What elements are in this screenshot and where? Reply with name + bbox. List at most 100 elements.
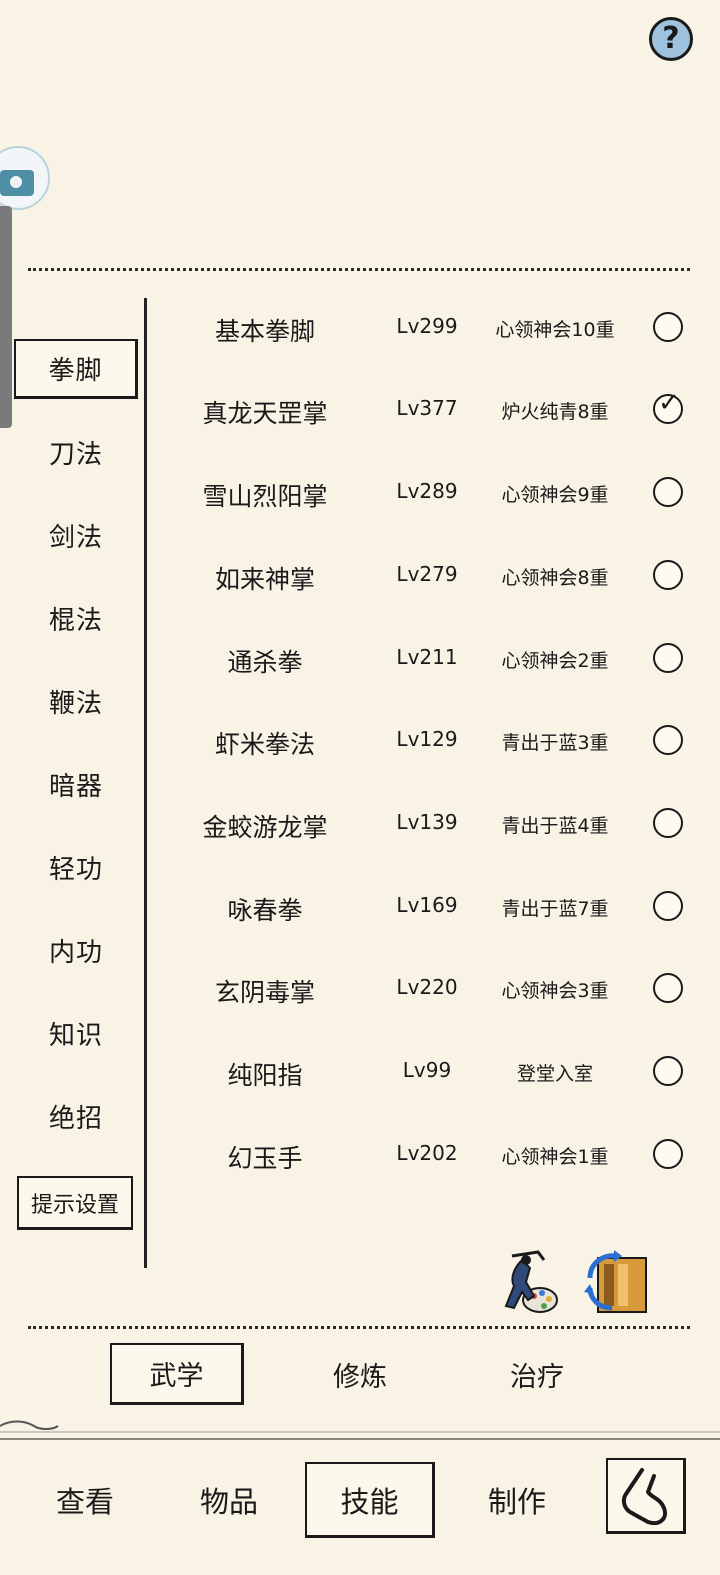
check-icon: ✓ (658, 388, 680, 418)
skill-name: 如来神掌 (214, 565, 315, 594)
category-divider (144, 298, 147, 1268)
skill-level: Lv211 (396, 645, 458, 669)
skill-row[interactable]: 如来神掌 Lv279 心领神会8重 (150, 546, 710, 606)
nav-tab-wupin[interactable]: 物品 (164, 1462, 294, 1538)
category-tab-qinggong[interactable]: 轻功 (14, 837, 138, 897)
skill-select-radio[interactable] (653, 477, 683, 507)
category-tab-bianfa[interactable]: 鞭法 (14, 671, 138, 731)
category-tab-quanjiao[interactable]: 拳脚 (14, 339, 138, 399)
category-tab-zhishi[interactable]: 知识 (14, 1003, 138, 1063)
help-button[interactable]: ? (649, 17, 693, 61)
subtab-zhiliao[interactable]: 治疗 (470, 1343, 604, 1405)
skill-level: Lv202 (396, 1141, 458, 1165)
nav-label: 技能 (340, 1484, 399, 1519)
category-tab-jianfa[interactable]: 剑法 (14, 505, 138, 565)
skill-name: 金蛟游龙掌 (202, 813, 328, 842)
skill-stage: 青出于蓝7重 (501, 898, 609, 920)
skill-stage: 心领神会3重 (501, 980, 609, 1002)
skill-level: Lv99 (402, 1058, 452, 1082)
skill-stage: 青出于蓝3重 (501, 732, 609, 754)
category-label: 棍法 (48, 605, 103, 636)
subtab-label: 修炼 (333, 1361, 387, 1393)
skill-select-radio[interactable] (653, 1056, 683, 1086)
skill-row[interactable]: 金蛟游龙掌 Lv139 青出于蓝4重 (150, 794, 710, 854)
bottom-divider (28, 1326, 690, 1329)
category-tab-juezhao[interactable]: 绝招 (14, 1086, 138, 1146)
nav-tab-jineng[interactable]: 技能 (305, 1462, 435, 1538)
skill-stage: 心领神会2重 (501, 650, 609, 672)
top-divider (28, 268, 690, 271)
skill-select-radio[interactable] (653, 643, 683, 673)
skill-row[interactable]: 玄阴毒掌 Lv220 心领神会3重 (150, 959, 710, 1019)
skill-row[interactable]: 咏春拳 Lv169 青出于蓝7重 (150, 877, 710, 937)
subtab-label: 武学 (149, 1361, 204, 1392)
category-label: 暗器 (48, 771, 103, 802)
floating-assist-icon[interactable] (0, 146, 50, 210)
skill-row[interactable]: 幻玉手 Lv202 心领神会1重 (150, 1125, 710, 1185)
subtab-xiulian[interactable]: 修炼 (293, 1343, 427, 1405)
wave-divider (0, 1420, 720, 1433)
edge-scroll-handle[interactable] (0, 206, 12, 428)
skill-name: 雪山烈阳掌 (202, 482, 328, 511)
skill-row[interactable]: 纯阳指 Lv99 登堂入室 (150, 1042, 710, 1102)
skill-stage: 心领神会1重 (501, 1146, 609, 1168)
skill-select-radio[interactable]: ✓ (653, 390, 683, 424)
subtab-label: 治疗 (510, 1361, 564, 1393)
nav-tab-chakan[interactable]: 查看 (20, 1462, 150, 1538)
subtab-wuxue[interactable]: 武学 (110, 1343, 244, 1405)
category-label: 绝招 (48, 1103, 103, 1134)
skill-stage: 心领神会8重 (501, 567, 609, 589)
back-button[interactable] (606, 1458, 686, 1534)
skill-select-radio[interactable] (653, 1139, 683, 1169)
skill-stage: 心领神会10重 (495, 319, 615, 341)
skill-name: 基本拳脚 (214, 317, 315, 346)
skill-row[interactable]: 基本拳脚 Lv299 心领神会10重 (150, 298, 710, 358)
skill-stage: 炉火纯青8重 (501, 401, 609, 423)
skill-level: Lv129 (396, 727, 458, 751)
skill-level: Lv299 (396, 314, 458, 338)
category-label: 拳脚 (48, 356, 103, 386)
skill-row[interactable]: 雪山烈阳掌 Lv289 心领神会9重 (150, 463, 710, 523)
skill-select-radio[interactable] (653, 725, 683, 755)
skill-row[interactable]: 虾米拳法 Lv129 青出于蓝3重 (150, 711, 710, 771)
category-tab-gunfa[interactable]: 棍法 (14, 588, 138, 648)
skill-name: 幻玉手 (227, 1144, 303, 1173)
skill-name: 玄阴毒掌 (214, 978, 315, 1007)
skill-level: Lv169 (396, 893, 458, 917)
fighter-palette-icon[interactable] (492, 1246, 562, 1318)
hint-settings-label: 提示设置 (30, 1192, 119, 1218)
skill-name: 纯阳指 (227, 1061, 303, 1090)
category-label: 刀法 (48, 439, 103, 470)
skill-level: Lv279 (396, 562, 458, 586)
skill-name: 咏春拳 (227, 896, 303, 925)
skill-level: Lv139 (396, 810, 458, 834)
book-swap-icon[interactable] (582, 1248, 652, 1318)
skill-select-radio[interactable] (653, 312, 683, 342)
skill-row[interactable]: 通杀拳 Lv211 心领神会2重 (150, 629, 710, 689)
category-label: 知识 (48, 1020, 103, 1051)
nav-tab-zhizuo[interactable]: 制作 (452, 1462, 582, 1538)
skill-select-radio[interactable] (653, 808, 683, 838)
skill-stage: 青出于蓝4重 (501, 815, 609, 837)
skill-select-radio[interactable] (653, 973, 683, 1003)
skill-stage: 登堂入室 (516, 1063, 593, 1085)
back-arrow-icon (621, 1468, 667, 1525)
skill-level: Lv377 (396, 396, 458, 420)
hint-settings-button[interactable]: 提示设置 (17, 1176, 133, 1230)
nav-label: 物品 (199, 1485, 258, 1519)
skill-name: 真龙天罡掌 (202, 399, 328, 428)
skill-stage: 心领神会9重 (501, 484, 609, 506)
skill-select-radio[interactable] (653, 560, 683, 590)
floating-assist-dot (10, 176, 22, 188)
category-label: 轻功 (48, 854, 103, 885)
skill-row[interactable]: 真龙天罡掌 Lv377 炉火纯青8重 ✓ (150, 380, 710, 440)
skill-name: 虾米拳法 (214, 730, 315, 759)
category-tab-neigong[interactable]: 内功 (14, 920, 138, 980)
nav-label: 制作 (487, 1485, 546, 1519)
nav-label: 查看 (55, 1485, 114, 1519)
category-tab-daofa[interactable]: 刀法 (14, 422, 138, 482)
help-icon: ? (662, 21, 680, 56)
category-tab-anqi[interactable]: 暗器 (14, 754, 138, 814)
skill-select-radio[interactable] (653, 891, 683, 921)
skill-level: Lv289 (396, 479, 458, 503)
